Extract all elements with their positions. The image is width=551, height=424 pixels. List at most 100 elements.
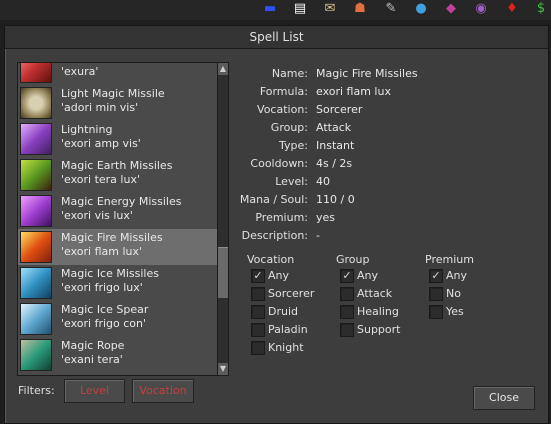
name-value: Magic Fire Missiles bbox=[316, 67, 418, 80]
scroll-down-icon[interactable]: ▼ bbox=[218, 363, 228, 375]
spell-words: 'exani tera' bbox=[61, 353, 123, 366]
vocation-sorcerer-checkbox[interactable] bbox=[251, 287, 265, 301]
group-attack-checkbox[interactable] bbox=[340, 287, 354, 301]
group-label: Group: bbox=[270, 121, 308, 134]
orb-icon[interactable]: ◉ bbox=[473, 1, 489, 17]
spell-list-window: Spell List 'exura' Light Magic Missile '… bbox=[4, 25, 549, 424]
group-attack-label: Attack bbox=[357, 287, 393, 300]
premium-filter-title: Premium bbox=[425, 253, 474, 266]
group-filter-title: Group bbox=[336, 253, 370, 266]
list-item[interactable]: Light Magic Missile 'adori min vis' bbox=[18, 85, 217, 121]
group-icon[interactable]: ☗ bbox=[352, 1, 368, 17]
window-title: Spell List bbox=[5, 26, 548, 49]
group-healing-label: Healing bbox=[357, 305, 399, 318]
world-icon[interactable]: ● bbox=[413, 1, 429, 17]
description-label: Description: bbox=[241, 229, 308, 242]
premium-any-label: Any bbox=[446, 269, 468, 282]
mana-soul-value: 110 / 0 bbox=[316, 193, 355, 206]
scroll-thumb[interactable] bbox=[218, 247, 228, 298]
spell-name: Magic Fire Missiles bbox=[61, 231, 163, 244]
vocation-knight-checkbox[interactable] bbox=[251, 341, 265, 355]
list-item[interactable]: Lightning 'exori amp vis' bbox=[18, 121, 217, 157]
partial-icon bbox=[20, 375, 52, 376]
filters-label: Filters: bbox=[18, 384, 55, 397]
spell-words: 'exori vis lux' bbox=[61, 209, 133, 222]
premium-yes-label: Yes bbox=[446, 305, 464, 318]
spell-words: 'exura' bbox=[61, 65, 99, 78]
premium-value: yes bbox=[316, 211, 336, 224]
ice-icon bbox=[20, 267, 52, 299]
vocation-filter-button[interactable]: Vocation bbox=[132, 379, 194, 403]
spell-words: 'exori frigo con' bbox=[61, 317, 147, 330]
list-item-selected[interactable]: Magic Fire Missiles 'exori flam lux' bbox=[18, 229, 217, 265]
group-any-checkbox[interactable]: ✓ bbox=[340, 269, 354, 283]
description-value: - bbox=[316, 229, 320, 242]
vocation-any-checkbox[interactable]: ✓ bbox=[251, 269, 265, 283]
spellbook-icon[interactable]: ✎ bbox=[383, 1, 399, 17]
cooldown-value: 4s / 2s bbox=[316, 157, 353, 170]
spell-name: Magic Earth Missiles bbox=[61, 159, 173, 172]
vocation-druid-label: Druid bbox=[268, 305, 299, 318]
spell-words: 'exori frigo lux' bbox=[61, 281, 143, 294]
list-item[interactable]: Magic Ice Missiles 'exori frigo lux' bbox=[18, 265, 217, 301]
list-item[interactable]: Magic Earth Missiles 'exori tera lux' bbox=[18, 157, 217, 193]
mana-bar-icon[interactable]: ▬ bbox=[262, 1, 278, 17]
premium-no-label: No bbox=[446, 287, 461, 300]
spell-words: 'exori amp vis' bbox=[61, 137, 141, 150]
group-support-checkbox[interactable] bbox=[340, 323, 354, 337]
close-button[interactable]: Close bbox=[473, 386, 535, 410]
vocation-knight-label: Knight bbox=[268, 341, 304, 354]
list-item[interactable]: Magic Ice Spear 'exori frigo con' bbox=[18, 301, 217, 337]
group-value: Attack bbox=[316, 121, 352, 134]
premium-yes-checkbox[interactable] bbox=[429, 305, 443, 319]
vocation-label: Vocation: bbox=[257, 103, 308, 116]
premium-label: Premium: bbox=[255, 211, 308, 224]
vocation-filter-title: Vocation bbox=[247, 253, 295, 266]
earth-icon bbox=[20, 159, 52, 191]
vocation-sorcerer-label: Sorcerer bbox=[268, 287, 315, 300]
type-value: Instant bbox=[316, 139, 355, 152]
vocation-druid-checkbox[interactable] bbox=[251, 305, 265, 319]
list-item[interactable] bbox=[18, 373, 217, 376]
heal-icon bbox=[20, 63, 52, 83]
spell-name: Magic Rope bbox=[61, 339, 125, 352]
fire-icon bbox=[20, 231, 52, 263]
magic-icon[interactable]: ◆ bbox=[443, 1, 459, 17]
vocation-paladin-checkbox[interactable] bbox=[251, 323, 265, 337]
shield-icon[interactable]: ♦ bbox=[504, 1, 520, 17]
list-item[interactable]: 'exura' bbox=[18, 63, 217, 85]
spell-name: Magic Energy Missiles bbox=[61, 195, 182, 208]
vocation-value: Sorcerer bbox=[316, 103, 363, 116]
spell-name: Light Magic Missile bbox=[61, 87, 165, 100]
name-label: Name: bbox=[271, 67, 308, 80]
document-icon[interactable]: ▤ bbox=[292, 1, 308, 17]
group-any-label: Any bbox=[357, 269, 379, 282]
scroll-icon[interactable]: ✉ bbox=[322, 1, 338, 17]
premium-any-checkbox[interactable]: ✓ bbox=[429, 269, 443, 283]
list-item[interactable]: Magic Rope 'exani tera' bbox=[18, 337, 217, 373]
level-filter-button[interactable]: Level bbox=[64, 379, 125, 403]
formula-label: Formula: bbox=[259, 85, 308, 98]
lightning-icon bbox=[20, 123, 52, 155]
list-item[interactable]: Magic Energy Missiles 'exori vis lux' bbox=[18, 193, 217, 229]
top-toolbar: ▬ ▤ ✉ ☗ ✎ ● ◆ ◉ ♦ $ bbox=[0, 0, 551, 20]
spell-name: Lightning bbox=[61, 123, 113, 136]
type-label: Type: bbox=[279, 139, 308, 152]
mana-soul-label: Mana / Soul: bbox=[239, 193, 308, 206]
rune-icon bbox=[20, 87, 52, 119]
group-healing-checkbox[interactable] bbox=[340, 305, 354, 319]
rope-icon bbox=[20, 339, 52, 371]
dollar-icon[interactable]: $ bbox=[533, 1, 549, 17]
cooldown-label: Cooldown: bbox=[250, 157, 308, 170]
ice-spear-icon bbox=[20, 303, 52, 335]
level-label: Level: bbox=[275, 175, 308, 188]
vocation-paladin-label: Paladin bbox=[268, 323, 308, 336]
spell-list[interactable]: 'exura' Light Magic Missile 'adori min v… bbox=[17, 62, 220, 376]
spell-words: 'adori min vis' bbox=[61, 101, 139, 114]
spell-words: 'exori tera lux' bbox=[61, 173, 140, 186]
group-support-label: Support bbox=[357, 323, 401, 336]
spell-name: Magic Ice Spear bbox=[61, 303, 149, 316]
premium-no-checkbox[interactable] bbox=[429, 287, 443, 301]
energy-icon bbox=[20, 195, 52, 227]
spell-words: 'exori flam lux' bbox=[61, 245, 143, 258]
